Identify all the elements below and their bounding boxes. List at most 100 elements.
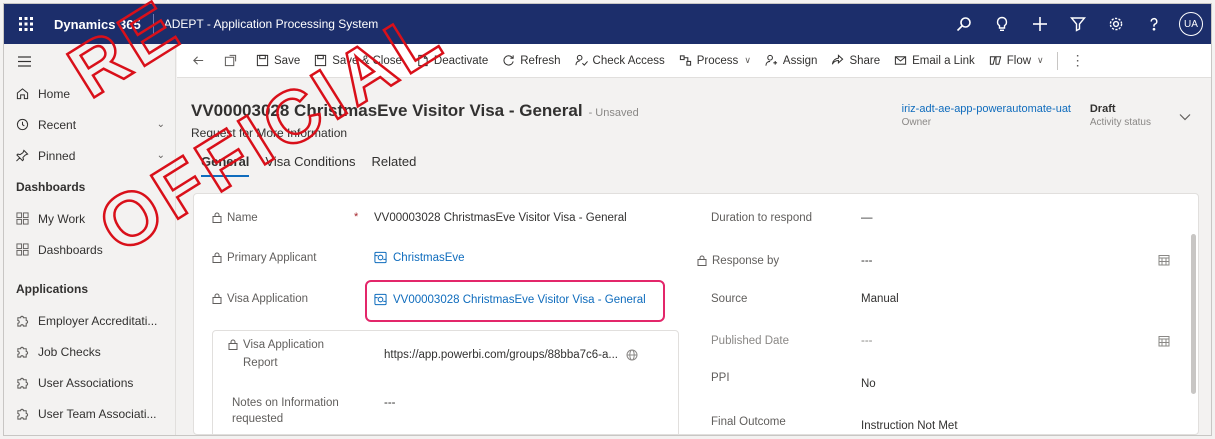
flow-label: Flow: [1006, 54, 1032, 67]
hamburger-menu-icon[interactable]: [4, 44, 175, 78]
tab-general[interactable]: General: [201, 154, 250, 177]
sidebar-item-home[interactable]: Home: [4, 78, 175, 109]
email-link-button[interactable]: Email a Link: [887, 44, 982, 78]
lightbulb-icon[interactable]: [983, 4, 1021, 44]
owner-link[interactable]: iriz-adt-ae-app-powerautomate-uat: [902, 103, 1071, 115]
sidebar-item-job-checks[interactable]: Job Checks: [4, 336, 175, 367]
primary-applicant-value-row: ChristmasEve: [374, 251, 465, 264]
chevron-down-icon: ∨: [1037, 55, 1044, 65]
primary-applicant-label: Primary Applicant: [212, 252, 316, 266]
ppi-value[interactable]: No: [861, 378, 876, 390]
assign-button[interactable]: Assign: [758, 44, 825, 78]
open-new-window-button[interactable]: [217, 44, 249, 78]
app-name[interactable]: ADEPT - Application Processing System: [154, 17, 379, 31]
notes-label: Notes on Information requested: [228, 397, 339, 425]
deactivate-button[interactable]: Deactivate: [409, 44, 495, 78]
sidebar-item-label: Job Checks: [38, 344, 101, 359]
plus-icon[interactable]: [1021, 4, 1059, 44]
response-by-row: Response by ---: [697, 255, 873, 269]
sidebar-item-label: Pinned: [38, 148, 76, 163]
sidebar-item-label: Employer Accreditati...: [38, 313, 158, 328]
clock-icon: [16, 118, 38, 131]
response-by-value[interactable]: ---: [861, 255, 873, 267]
filter-icon[interactable]: [1059, 4, 1097, 44]
grid-icon: [16, 212, 38, 225]
visa-report-label-line1: Visa Application: [243, 339, 324, 351]
notes-row: Notes on Information requested: [228, 397, 339, 425]
form-tabs: General Visa Conditions Related: [201, 154, 432, 177]
primary-applicant-row: Primary Applicant: [212, 252, 316, 266]
help-icon[interactable]: [1135, 4, 1173, 44]
app-launcher-icon[interactable]: [4, 4, 48, 44]
notes-value[interactable]: ---: [384, 397, 396, 409]
tab-visa-conditions[interactable]: Visa Conditions: [265, 154, 355, 177]
status-label: Activity status: [1089, 117, 1151, 128]
vertical-scrollbar[interactable]: [1191, 234, 1196, 394]
check-access-button[interactable]: Check Access: [568, 44, 672, 78]
user-avatar[interactable]: UA: [1179, 12, 1203, 36]
visa-application-link[interactable]: VV00003028 ChristmasEve Visitor Visa - G…: [374, 293, 646, 306]
chevron-down-icon[interactable]: ⌄: [157, 150, 165, 161]
sidebar-item-employer-accreditation[interactable]: Employer Accreditati...: [4, 305, 175, 336]
record-title: VV00003028 ChristmasEve Visitor Visa - G…: [191, 101, 639, 121]
save-close-label: Save & Close: [332, 54, 402, 67]
visa-application-label-text: Visa Application: [227, 293, 308, 305]
pin-icon: [16, 149, 38, 162]
globe-icon[interactable]: [626, 349, 638, 364]
more-commands-icon[interactable]: ⋮: [1064, 44, 1092, 78]
puzzle-icon: [16, 314, 38, 327]
sidebar-item-recent[interactable]: Recent ⌄: [4, 109, 175, 140]
sidebar-item-label: Home: [38, 86, 71, 101]
chevron-down-icon[interactable]: ⌄: [157, 119, 165, 130]
visa-report-url[interactable]: https://app.powerbi.com/groups/88bba7c6-…: [384, 349, 618, 361]
record-entity-type: Request for More Information: [191, 126, 348, 140]
visa-application-value-row: VV00003028 ChristmasEve Visitor Visa - G…: [374, 293, 646, 306]
expand-header-chevron-icon[interactable]: [1179, 110, 1191, 124]
required-indicator: *: [354, 211, 359, 223]
save-label: Save: [274, 54, 301, 67]
sidebar-item-label: User Associations: [38, 375, 134, 390]
search-icon[interactable]: [945, 4, 983, 44]
dashboards-header: Dashboards: [16, 180, 86, 194]
refresh-button[interactable]: Refresh: [495, 44, 567, 78]
primary-applicant-link[interactable]: ChristmasEve: [374, 251, 465, 264]
sidebar-item-dashboards[interactable]: Dashboards: [4, 234, 175, 265]
source-value[interactable]: Manual: [861, 293, 899, 305]
sidebar-item-label: Recent: [38, 117, 77, 132]
gear-icon[interactable]: [1097, 4, 1135, 44]
lock-icon: [697, 255, 709, 269]
sidebar-item-label: Dashboards: [38, 242, 103, 257]
puzzle-icon: [16, 376, 38, 389]
back-button[interactable]: [185, 44, 217, 78]
process-button[interactable]: Process ∨: [672, 44, 758, 78]
brand-name[interactable]: Dynamics 365: [48, 14, 154, 34]
sidebar-item-user-associations[interactable]: User Associations: [4, 367, 175, 398]
save-button[interactable]: Save: [249, 44, 307, 78]
calendar-icon[interactable]: [1158, 254, 1170, 269]
sidebar-item-label: User Team Associati...: [38, 406, 157, 421]
duration-row: Duration to respond —: [711, 212, 873, 224]
unsaved-indicator: - Unsaved: [588, 107, 639, 119]
name-value[interactable]: VV00003028 ChristmasEve Visitor Visa - G…: [374, 212, 627, 224]
name-label-text: Name: [227, 212, 258, 224]
notes-label-line2: requested: [232, 413, 284, 425]
sidebar-item-label: My Work: [38, 211, 86, 226]
sidebar-item-user-team-associations[interactable]: User Team Associati...: [4, 398, 175, 429]
activity-status-field: Draft Activity status: [1090, 103, 1151, 128]
sidebar-item-my-work[interactable]: My Work: [4, 203, 175, 234]
published-date-row: Published Date ---: [711, 335, 873, 347]
applications-header: Applications: [16, 282, 89, 296]
sidebar-item-pinned[interactable]: Pinned ⌄: [4, 140, 175, 171]
tab-related[interactable]: Related: [372, 154, 417, 177]
final-outcome-value[interactable]: Instruction Not Met: [861, 420, 958, 432]
response-by-label: Response by: [697, 255, 861, 269]
duration-label: Duration to respond: [711, 212, 813, 224]
flow-button[interactable]: Flow ∨: [982, 44, 1051, 78]
record-header: VV00003028 ChristmasEve Visitor Visa - G…: [177, 78, 1211, 188]
final-outcome-row: Final Outcome Instruction Not Met: [711, 416, 958, 432]
duration-value[interactable]: —: [861, 212, 873, 224]
save-close-button[interactable]: Save & Close: [307, 44, 409, 78]
share-button[interactable]: Share: [824, 44, 887, 78]
visa-report-row: Visa Application Report: [228, 339, 324, 369]
calendar-icon[interactable]: [1158, 335, 1170, 350]
